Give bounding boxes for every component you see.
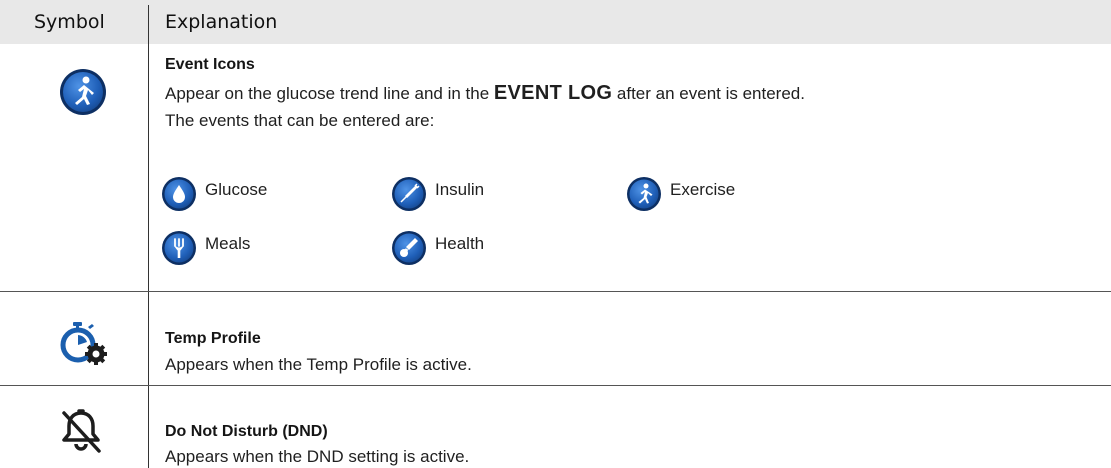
event-item-insulin: Insulin (391, 176, 484, 211)
temp-profile-icon (58, 320, 112, 371)
explanation-column-header: Explanation (165, 11, 278, 33)
event-label: Meals (205, 234, 251, 253)
bell-off-icon (59, 407, 103, 460)
row-description: Appears when the DND setting is active. (165, 447, 470, 466)
event-label: Exercise (670, 180, 736, 199)
row-description: Appear on the glucose trend line and in … (165, 82, 805, 104)
row-title: Do Not Disturb (DND) (165, 423, 328, 440)
row-title: Event Icons (165, 56, 255, 73)
event-label: Insulin (435, 180, 485, 199)
row-description: Appears when the Temp Profile is active. (165, 355, 472, 374)
glucose-drop-icon (162, 177, 196, 211)
symbol-column-header: Symbol (34, 11, 105, 33)
insulin-syringe-icon (392, 177, 426, 211)
event-item-health: Health (391, 230, 484, 265)
meals-fork-icon (162, 231, 196, 265)
row-divider (0, 385, 1111, 386)
table-header: Symbol Explanation (0, 0, 1111, 44)
event-label: Health (435, 234, 485, 253)
health-thermometer-icon (392, 231, 426, 265)
event-item-meals: Meals (161, 230, 250, 265)
event-label: Glucose (205, 180, 268, 199)
exercise-runner-icon (627, 177, 661, 211)
column-divider (148, 5, 149, 468)
event-item-exercise: Exercise (626, 176, 735, 211)
event-item-glucose: Glucose (161, 176, 267, 211)
row-divider (0, 291, 1111, 292)
row-description-2: The events that can be entered are: (165, 111, 435, 130)
row-title: Temp Profile (165, 330, 261, 347)
exercise-circle-icon (58, 67, 108, 122)
event-log-label: EVENT LOG (493, 82, 613, 104)
